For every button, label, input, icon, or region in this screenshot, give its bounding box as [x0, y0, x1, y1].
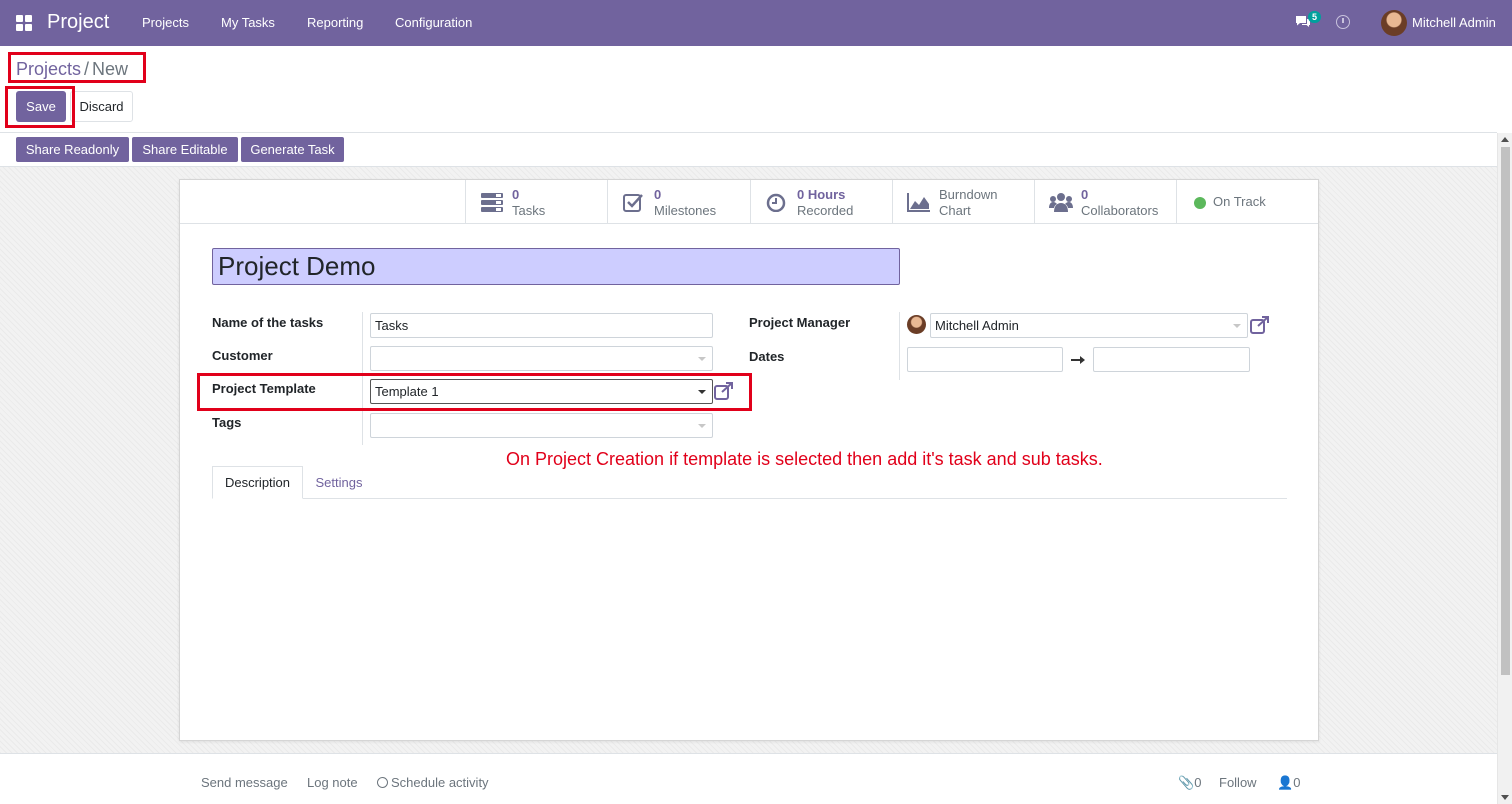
label-dates: Dates [749, 349, 785, 364]
date-start-input[interactable] [907, 347, 1063, 372]
app-brand[interactable]: Project [47, 11, 109, 34]
generate-task-button[interactable]: Generate Task [241, 137, 344, 162]
stat-milestones[interactable]: 0 Milestones [607, 180, 750, 224]
tags-select[interactable] [370, 413, 713, 438]
scroll-up-icon[interactable] [1501, 137, 1509, 142]
clock-icon [377, 777, 388, 788]
project-manager-value: Mitchell Admin [935, 318, 1019, 333]
attachments-count: 0 [1194, 775, 1202, 790]
area-chart-icon [907, 193, 930, 212]
status-dot-icon [1194, 197, 1206, 209]
vertical-scrollbar[interactable] [1497, 133, 1512, 804]
schedule-activity-label: Schedule activity [391, 775, 489, 790]
label-project-manager: Project Manager [749, 315, 851, 330]
user-icon: 👤 [1277, 775, 1294, 790]
chat-count-badge: 5 [1308, 11, 1322, 23]
label-name-of-tasks: Name of the tasks [212, 315, 324, 330]
clock-icon [766, 193, 786, 212]
arrow-right-icon [1071, 356, 1085, 364]
stat-tasks-label: Tasks [512, 203, 546, 218]
paperclip-icon: 📎 [1178, 775, 1195, 790]
user-name[interactable]: Mitchell Admin [1412, 15, 1496, 30]
highlight-box-breadcrumb [8, 52, 146, 83]
tab-settings[interactable]: Settings [303, 466, 375, 499]
tasks-icon [481, 193, 503, 212]
label-tags: Tags [212, 415, 242, 430]
user-avatar[interactable] [1381, 10, 1407, 36]
menu-projects[interactable]: Projects [142, 15, 189, 30]
chevron-down-icon [698, 357, 706, 361]
share-editable-button[interactable]: Share Editable [132, 137, 238, 162]
status-label: On Track [1213, 194, 1266, 209]
menu-configuration[interactable]: Configuration [395, 15, 472, 30]
annotation-note: On Project Creation if template is selec… [506, 449, 1103, 469]
schedule-activity-button[interactable]: Schedule activity [377, 775, 489, 790]
stat-tasks-value: 0 [512, 187, 520, 202]
menu-my-tasks[interactable]: My Tasks [221, 15, 275, 30]
label-customer: Customer [212, 348, 273, 363]
divider [0, 132, 1497, 133]
form-sheet: 0 Tasks 0 Milestones 0 Hours Recorded Burnd… [179, 179, 1319, 741]
date-end-input[interactable] [1093, 347, 1250, 372]
customer-select[interactable] [370, 346, 713, 371]
menu-reporting[interactable]: Reporting [307, 15, 363, 30]
manager-avatar [907, 315, 926, 334]
send-message-button[interactable]: Send message [201, 775, 288, 790]
log-note-button[interactable]: Log note [307, 775, 358, 790]
highlight-box-save [5, 86, 75, 128]
users-icon [1049, 193, 1073, 212]
discard-button[interactable]: Discard [70, 91, 133, 122]
external-link-icon[interactable] [1250, 316, 1270, 334]
stat-hours-label: Recorded [797, 203, 854, 218]
activity-clock-icon[interactable] [1336, 15, 1350, 29]
stat-collaborators[interactable]: 0 Collaborators [1034, 180, 1176, 224]
stat-milestones-value: 0 [654, 187, 662, 202]
status-selector[interactable]: On Track [1176, 180, 1318, 224]
stat-burndown-label: Chart [939, 203, 971, 218]
name-of-tasks-input[interactable]: Tasks [370, 313, 713, 338]
apps-menu-icon[interactable] [16, 15, 32, 31]
stat-tasks[interactable]: 0 Tasks [465, 180, 607, 224]
project-manager-select[interactable]: Mitchell Admin [930, 313, 1248, 338]
project-title-input[interactable]: Project Demo [212, 248, 900, 285]
follow-button[interactable]: Follow [1219, 775, 1257, 790]
stat-burndown[interactable]: Burndown Chart [892, 180, 1034, 224]
stat-hours-value: 0 Hours [797, 187, 846, 202]
highlight-box-template [197, 373, 752, 411]
stat-hours[interactable]: 0 Hours Recorded [750, 180, 892, 224]
stat-collaborators-label: Collaborators [1081, 203, 1159, 218]
share-readonly-button[interactable]: Share Readonly [16, 137, 129, 162]
chevron-down-icon [1233, 324, 1241, 328]
stat-burndown-title: Burndown [939, 187, 998, 202]
followers-button[interactable]: 👤0 [1277, 775, 1300, 791]
followers-count: 0 [1293, 775, 1301, 790]
stat-button-bar: 0 Tasks 0 Milestones 0 Hours Recorded Burnd… [180, 180, 1318, 224]
attachments-button[interactable]: 📎0 [1178, 775, 1201, 791]
scroll-down-icon[interactable] [1501, 795, 1509, 800]
check-square-icon [623, 194, 643, 212]
chatter-divider [0, 753, 1497, 754]
top-navbar: Project Projects My Tasks Reporting Conf… [0, 0, 1512, 46]
stat-milestones-label: Milestones [654, 203, 717, 218]
tab-description[interactable]: Description [212, 466, 303, 499]
scrollbar-thumb[interactable] [1501, 147, 1510, 675]
right-group-divider [899, 312, 900, 380]
chevron-down-icon [698, 424, 706, 428]
stat-collaborators-value: 0 [1081, 187, 1089, 202]
